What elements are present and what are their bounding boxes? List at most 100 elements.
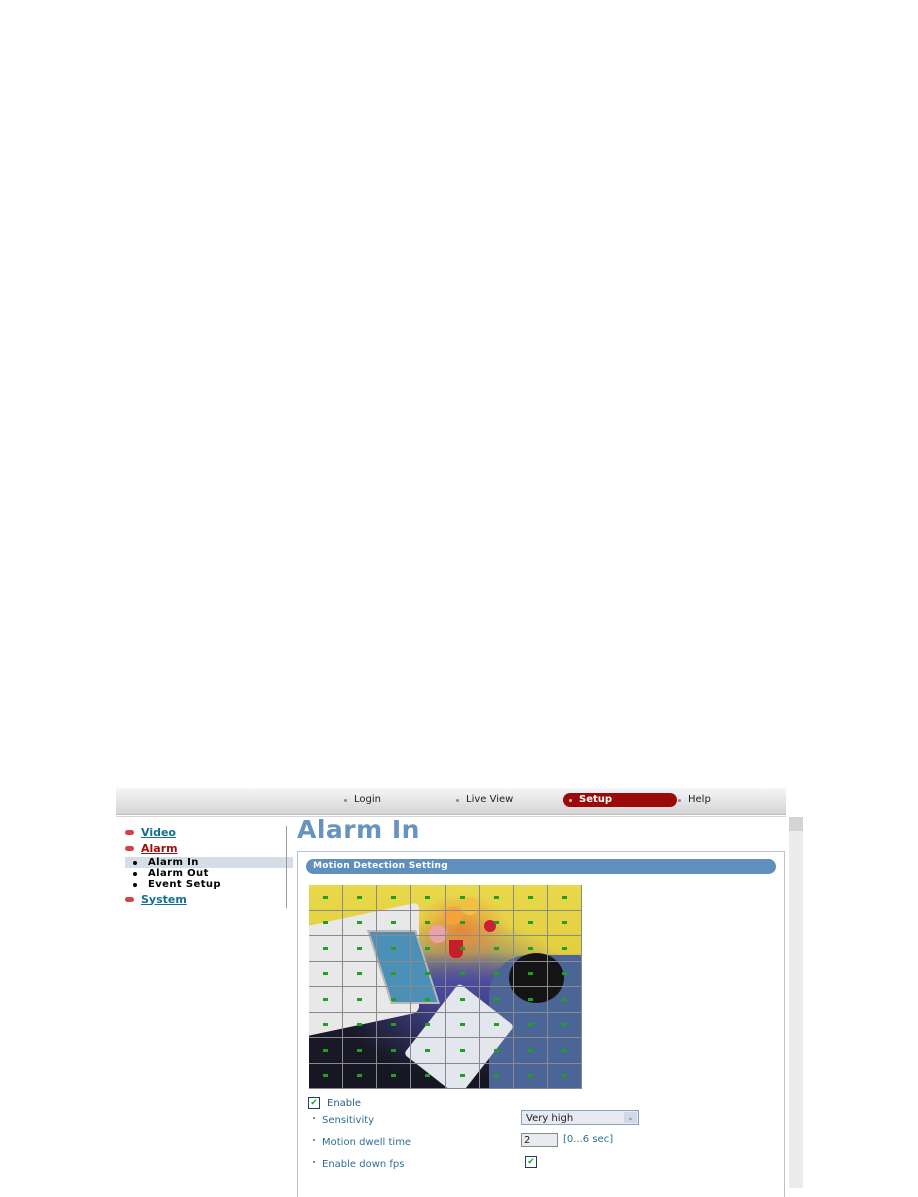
motion-grid-cell[interactable] (479, 936, 514, 962)
motion-grid-cell[interactable] (343, 885, 378, 911)
motion-grid-cell[interactable] (479, 961, 514, 987)
active-cell-marker (493, 972, 499, 976)
vertical-scrollbar[interactable] (789, 817, 803, 1188)
motion-grid-cell[interactable] (547, 885, 582, 911)
sidebar-subitem-label: Alarm Out (148, 868, 209, 879)
active-cell-marker (323, 1048, 329, 1052)
motion-grid-cell[interactable] (547, 1063, 582, 1089)
motion-grid-cell[interactable] (343, 1012, 378, 1038)
motion-grid-cell[interactable] (377, 1038, 412, 1064)
motion-grid-cell[interactable] (411, 1063, 446, 1089)
motion-grid-cell[interactable] (513, 936, 548, 962)
motion-grid-cell[interactable] (309, 1063, 344, 1089)
motion-grid-cell[interactable] (343, 1038, 378, 1064)
motion-grid-cell[interactable] (309, 910, 344, 936)
dwell-time-input[interactable]: 2 (521, 1133, 558, 1147)
motion-grid-cell[interactable] (513, 1063, 548, 1089)
motion-grid-cell[interactable] (445, 987, 480, 1013)
motion-grid-cell[interactable] (445, 910, 480, 936)
nav-setup[interactable]: Setup (563, 793, 677, 807)
motion-grid-cell[interactable] (377, 910, 412, 936)
motion-grid-cell[interactable] (479, 1038, 514, 1064)
active-cell-marker (493, 946, 499, 950)
motion-grid-cell[interactable] (479, 885, 514, 911)
motion-grid-cell[interactable] (343, 1063, 378, 1089)
motion-grid-cell[interactable] (411, 1012, 446, 1038)
active-cell-marker (323, 921, 329, 925)
motion-grid-cell[interactable] (377, 1012, 412, 1038)
motion-grid-cell[interactable] (411, 885, 446, 911)
active-cell-marker (323, 1023, 329, 1027)
motion-grid-cell[interactable] (513, 961, 548, 987)
motion-grid-cell[interactable] (343, 987, 378, 1013)
motion-grid-cell[interactable] (445, 885, 480, 911)
motion-grid-cell[interactable] (411, 910, 446, 936)
active-cell-marker (527, 1023, 533, 1027)
scrollbar-thumb[interactable] (789, 817, 803, 831)
motion-grid-cell[interactable] (309, 936, 344, 962)
sidebar-subitem-event-setup[interactable]: Event Setup (116, 879, 288, 890)
motion-grid-cell[interactable] (513, 987, 548, 1013)
motion-grid-cell[interactable] (479, 1063, 514, 1089)
chevron-down-icon[interactable]: ⌄ (624, 1112, 637, 1123)
down-fps-checkbox[interactable]: ✔ (525, 1156, 537, 1168)
motion-grid-cell[interactable] (377, 1063, 412, 1089)
bullet-icon (678, 798, 681, 802)
active-cell-marker (493, 1048, 499, 1052)
sidebar-subitem-label: Alarm In (148, 857, 199, 868)
nav-live-view[interactable]: Live View (456, 793, 513, 807)
motion-grid-cell[interactable] (309, 961, 344, 987)
active-cell-marker (323, 1074, 329, 1078)
motion-grid-cell[interactable] (377, 885, 412, 911)
motion-grid-cell[interactable] (547, 910, 582, 936)
nav-login[interactable]: Login (344, 793, 381, 807)
sensitivity-select[interactable]: Very high ⌄ (521, 1110, 639, 1125)
active-cell-marker (561, 946, 567, 950)
motion-grid-cell[interactable] (377, 987, 412, 1013)
active-cell-marker (425, 997, 431, 1001)
sidebar-subitem-alarm-in[interactable]: Alarm In (125, 857, 293, 868)
motion-grid-cell[interactable] (445, 936, 480, 962)
sidebar-item-alarm[interactable]: Alarm (125, 840, 288, 856)
motion-grid-cell[interactable] (309, 1012, 344, 1038)
motion-grid-cell[interactable] (377, 961, 412, 987)
motion-grid-cell[interactable] (513, 885, 548, 911)
motion-grid-cell[interactable] (513, 1038, 548, 1064)
motion-grid-cell[interactable] (343, 961, 378, 987)
motion-grid-cell[interactable] (547, 987, 582, 1013)
motion-grid-cell[interactable] (513, 910, 548, 936)
motion-grid-cell[interactable] (479, 1012, 514, 1038)
motion-detection-image[interactable] (309, 885, 582, 1089)
motion-grid-cell[interactable] (309, 885, 344, 911)
motion-grid-cell[interactable] (343, 910, 378, 936)
motion-grid-cell[interactable] (479, 910, 514, 936)
motion-grid-cell[interactable] (411, 961, 446, 987)
motion-grid-cell[interactable] (411, 987, 446, 1013)
motion-grid-cell[interactable] (445, 1038, 480, 1064)
motion-grid-cell[interactable] (513, 1012, 548, 1038)
motion-grid-cell[interactable] (445, 961, 480, 987)
motion-grid-cell[interactable] (445, 1063, 480, 1089)
enable-checkbox[interactable]: ✔ (308, 1097, 320, 1109)
motion-grid-cell[interactable] (343, 936, 378, 962)
motion-grid-cell[interactable] (547, 936, 582, 962)
motion-grid-cell[interactable] (411, 1038, 446, 1064)
motion-grid-cell[interactable] (445, 1012, 480, 1038)
motion-grid-cell[interactable] (309, 1038, 344, 1064)
nav-help[interactable]: Help (678, 793, 711, 807)
sidebar-item-system[interactable]: System (125, 891, 288, 907)
motion-grid-cell[interactable] (547, 1038, 582, 1064)
motion-grid-cell[interactable] (547, 1012, 582, 1038)
sidebar-item-video[interactable]: Video (125, 824, 288, 840)
sidebar-subitem-alarm-out[interactable]: Alarm Out (116, 868, 288, 879)
active-cell-marker (391, 972, 397, 976)
motion-grid-cell[interactable] (411, 936, 446, 962)
motion-grid-cell[interactable] (309, 987, 344, 1013)
motion-grid-cell[interactable] (377, 936, 412, 962)
motion-grid-cell[interactable] (547, 961, 582, 987)
active-cell-marker (561, 972, 567, 976)
motion-detection-panel: Motion Detection Setting ✔ Enable Sensit… (297, 851, 785, 1197)
active-cell-marker (527, 972, 533, 976)
active-cell-marker (527, 1074, 533, 1078)
motion-grid-cell[interactable] (479, 987, 514, 1013)
